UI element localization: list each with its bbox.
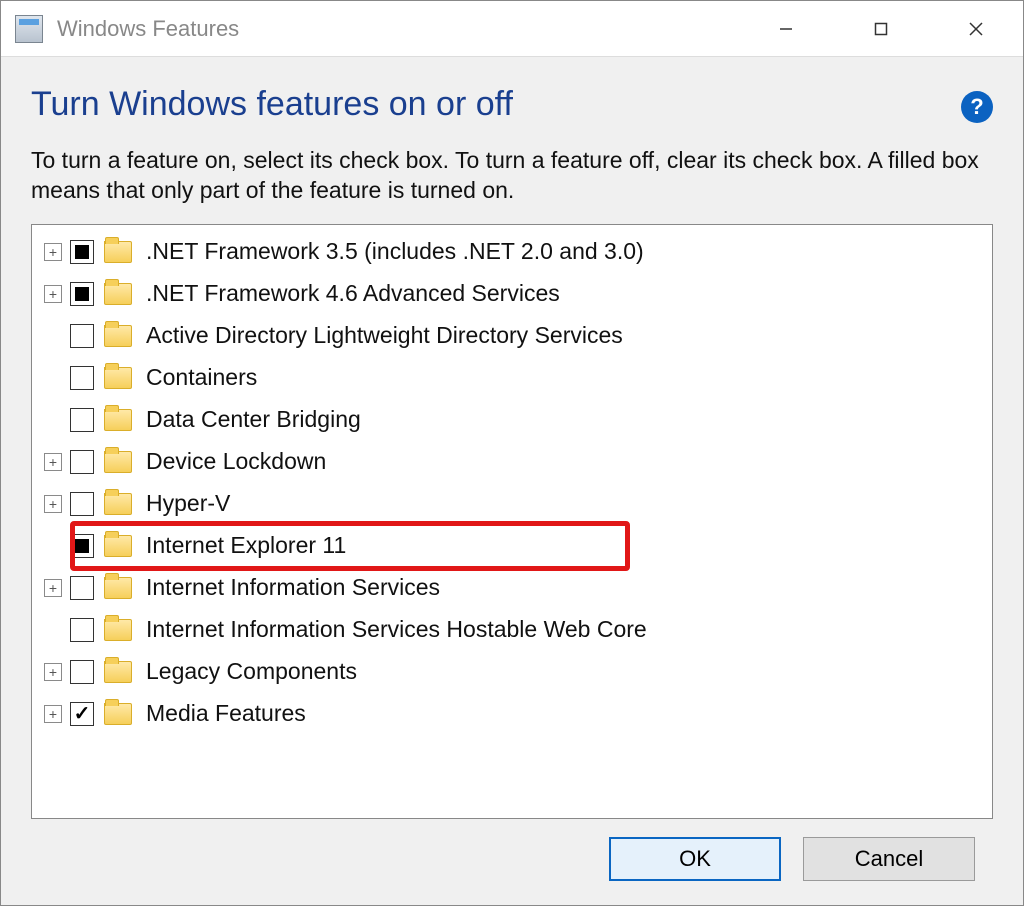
expand-icon[interactable]: + bbox=[44, 579, 62, 597]
feature-checkbox[interactable] bbox=[70, 366, 94, 390]
tree-item[interactable]: + Legacy Components bbox=[38, 651, 992, 693]
feature-label: Containers bbox=[146, 364, 257, 391]
tree-item[interactable]: + .NET Framework 3.5 (includes .NET 2.0 a… bbox=[38, 231, 992, 273]
feature-label: Media Features bbox=[146, 700, 306, 727]
close-icon bbox=[968, 21, 984, 37]
window-title: Windows Features bbox=[57, 16, 738, 42]
feature-checkbox[interactable] bbox=[70, 660, 94, 684]
feature-checkbox[interactable] bbox=[70, 408, 94, 432]
folder-icon bbox=[104, 409, 132, 431]
tree-item[interactable]: Internet Explorer 11 bbox=[38, 525, 992, 567]
expand-icon[interactable]: + bbox=[44, 705, 62, 723]
feature-checkbox[interactable] bbox=[70, 534, 94, 558]
feature-label: .NET Framework 4.6 Advanced Services bbox=[146, 280, 560, 307]
expand-icon[interactable]: + bbox=[44, 453, 62, 471]
dialog-buttons: OK Cancel bbox=[31, 837, 993, 905]
tree-item[interactable]: + Device Lockdown bbox=[38, 441, 992, 483]
features-tree: + .NET Framework 3.5 (includes .NET 2.0 a… bbox=[31, 224, 993, 819]
tree-item[interactable]: Data Center Bridging bbox=[38, 399, 992, 441]
maximize-icon bbox=[874, 22, 888, 36]
window-controls bbox=[738, 1, 1023, 56]
ok-button[interactable]: OK bbox=[609, 837, 781, 881]
page-description: To turn a feature on, select its check b… bbox=[31, 146, 993, 206]
feature-label: Hyper-V bbox=[146, 490, 230, 517]
titlebar: Windows Features bbox=[1, 1, 1023, 57]
expand-icon[interactable]: + bbox=[44, 243, 62, 261]
feature-checkbox[interactable] bbox=[70, 450, 94, 474]
content-area: Turn Windows features on or off ? To tur… bbox=[1, 57, 1023, 905]
folder-icon bbox=[104, 451, 132, 473]
help-icon[interactable]: ? bbox=[961, 91, 993, 123]
folder-icon bbox=[104, 493, 132, 515]
feature-label: Active Directory Lightweight Directory S… bbox=[146, 322, 623, 349]
minimize-icon bbox=[779, 22, 793, 36]
folder-icon bbox=[104, 325, 132, 347]
features-tree-scroll[interactable]: + .NET Framework 3.5 (includes .NET 2.0 a… bbox=[32, 225, 992, 818]
expand-icon[interactable]: + bbox=[44, 495, 62, 513]
tree-item[interactable]: Internet Information Services Hostable W… bbox=[38, 609, 992, 651]
cancel-button[interactable]: Cancel bbox=[803, 837, 975, 881]
maximize-button[interactable] bbox=[833, 1, 928, 56]
feature-checkbox[interactable] bbox=[70, 702, 94, 726]
windows-features-dialog: Windows Features Turn Windows features o… bbox=[0, 0, 1024, 906]
feature-label: Internet Information Services bbox=[146, 574, 440, 601]
tree-item[interactable]: Active Directory Lightweight Directory S… bbox=[38, 315, 992, 357]
folder-icon bbox=[104, 367, 132, 389]
feature-label: Data Center Bridging bbox=[146, 406, 361, 433]
feature-label: .NET Framework 3.5 (includes .NET 2.0 an… bbox=[146, 238, 644, 265]
feature-label: Internet Explorer 11 bbox=[146, 532, 346, 559]
folder-icon bbox=[104, 241, 132, 263]
feature-checkbox[interactable] bbox=[70, 618, 94, 642]
folder-icon bbox=[104, 661, 132, 683]
expand-icon[interactable]: + bbox=[44, 285, 62, 303]
feature-label: Internet Information Services Hostable W… bbox=[146, 616, 647, 643]
tree-item[interactable]: + Media Features bbox=[38, 693, 992, 735]
feature-checkbox[interactable] bbox=[70, 492, 94, 516]
folder-icon bbox=[104, 535, 132, 557]
feature-checkbox[interactable] bbox=[70, 324, 94, 348]
feature-checkbox[interactable] bbox=[70, 240, 94, 264]
tree-item[interactable]: + Hyper-V bbox=[38, 483, 992, 525]
tree-item[interactable]: + .NET Framework 4.6 Advanced Services bbox=[38, 273, 992, 315]
folder-icon bbox=[104, 577, 132, 599]
folder-icon bbox=[104, 619, 132, 641]
feature-label: Legacy Components bbox=[146, 658, 357, 685]
minimize-button[interactable] bbox=[738, 1, 833, 56]
app-icon bbox=[15, 15, 43, 43]
folder-icon bbox=[104, 703, 132, 725]
page-heading: Turn Windows features on or off bbox=[31, 85, 513, 124]
close-button[interactable] bbox=[928, 1, 1023, 56]
expand-icon[interactable]: + bbox=[44, 663, 62, 681]
feature-checkbox[interactable] bbox=[70, 282, 94, 306]
tree-item[interactable]: Containers bbox=[38, 357, 992, 399]
folder-icon bbox=[104, 283, 132, 305]
feature-checkbox[interactable] bbox=[70, 576, 94, 600]
tree-item[interactable]: + Internet Information Services bbox=[38, 567, 992, 609]
feature-label: Device Lockdown bbox=[146, 448, 326, 475]
